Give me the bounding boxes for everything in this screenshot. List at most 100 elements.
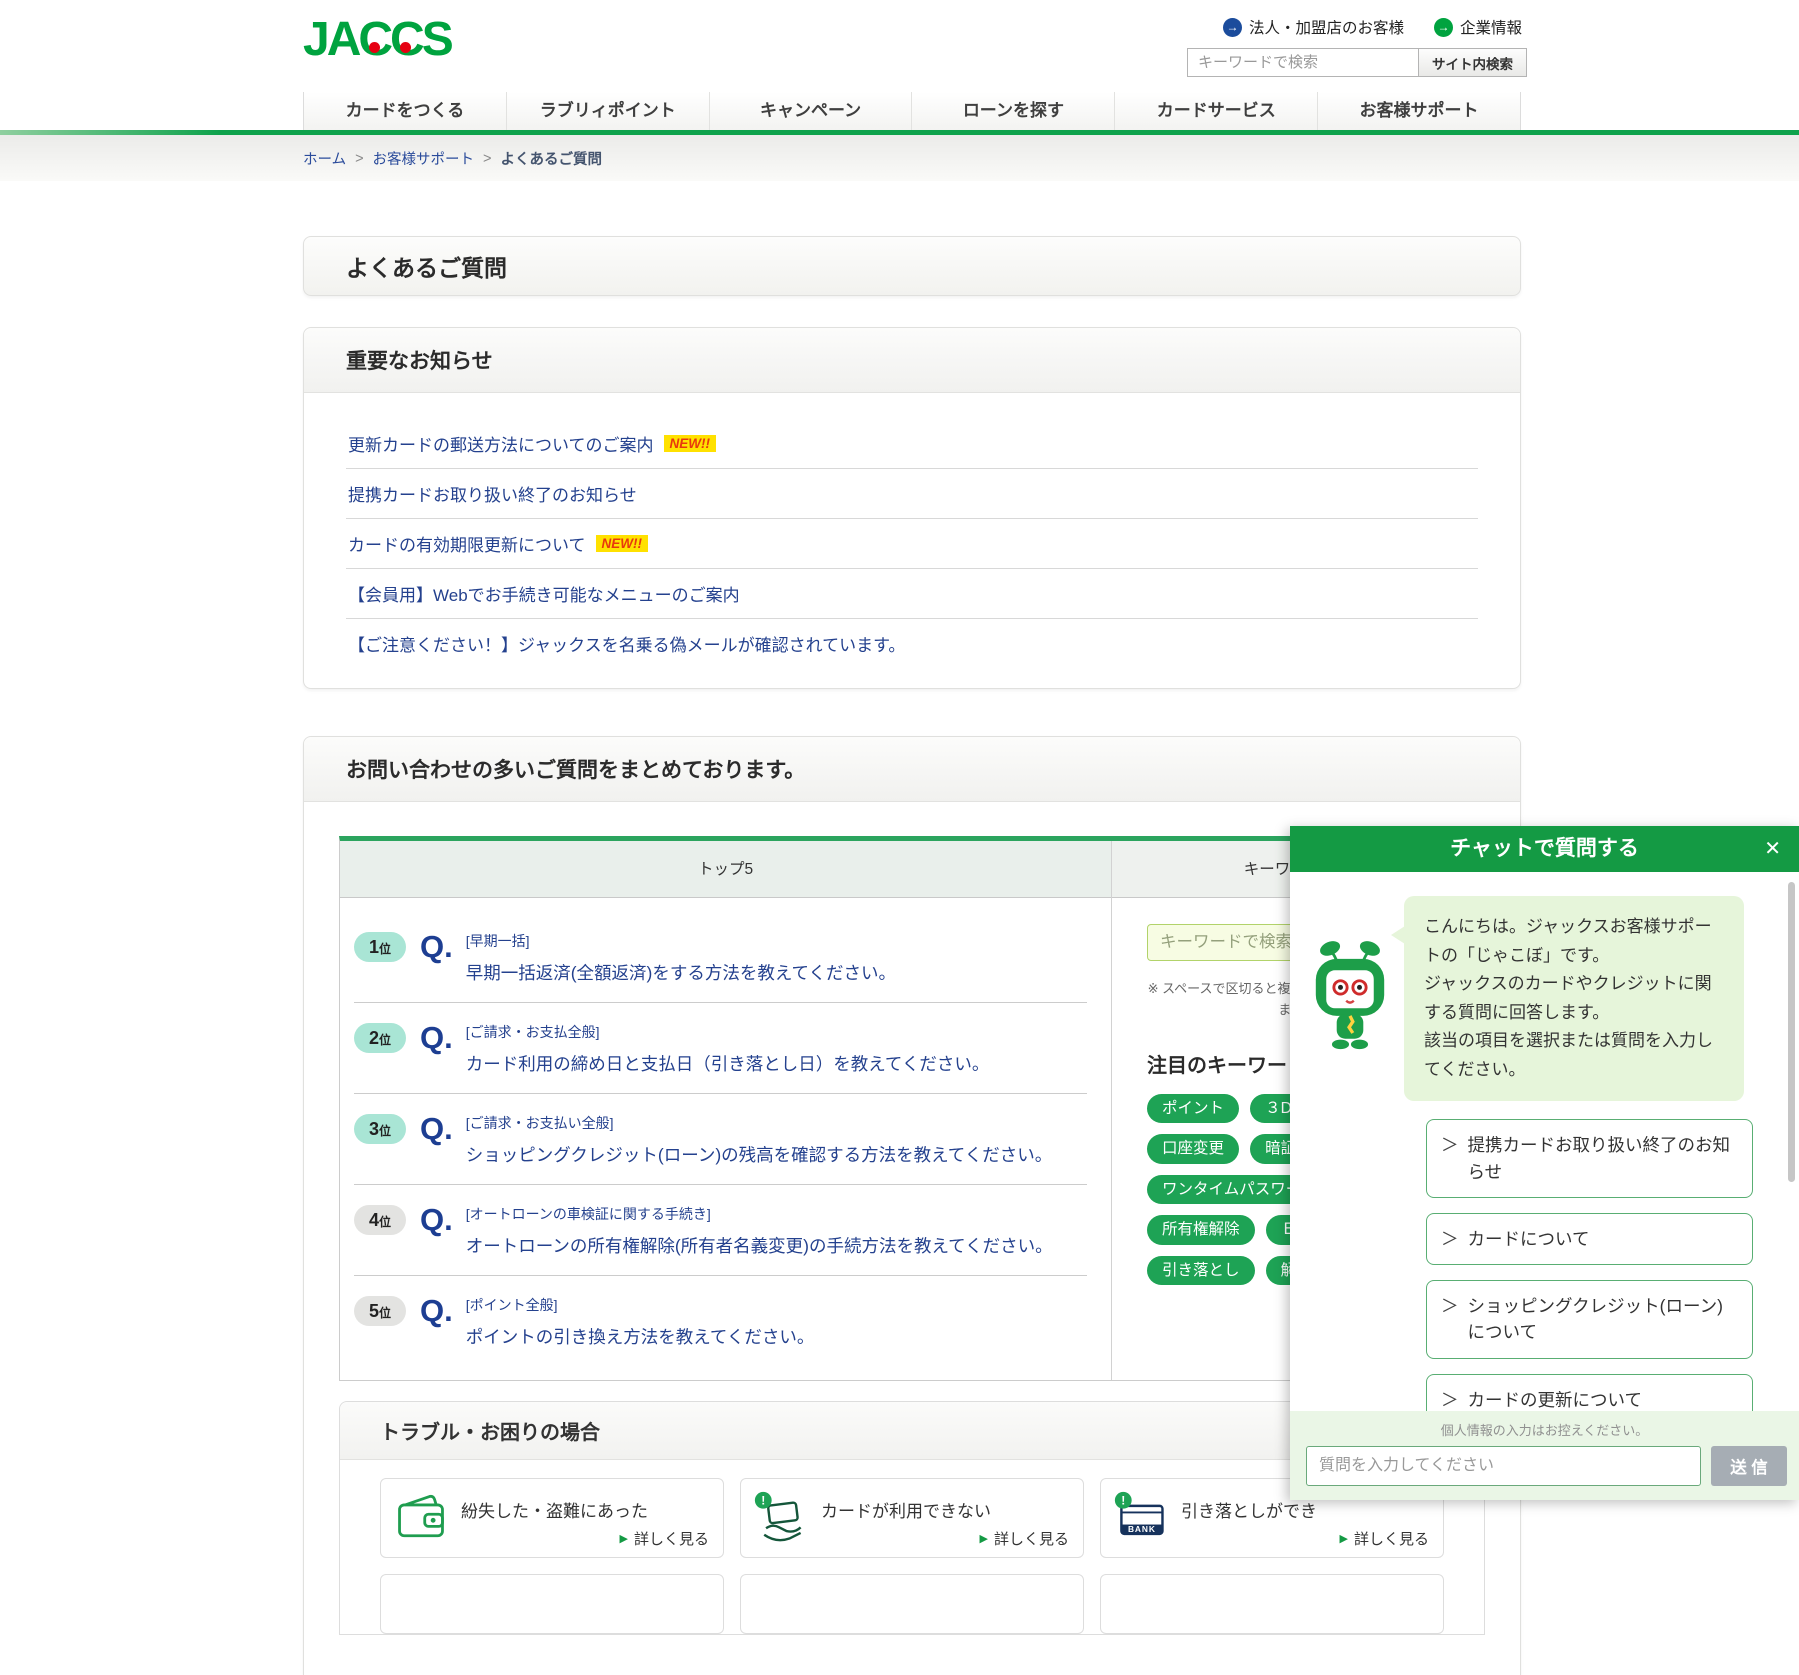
jacobo-mascot-icon — [1312, 938, 1388, 1054]
trouble-detail-link[interactable]: ▶ 詳しく見る — [1340, 1528, 1429, 1549]
question-icon: Q. — [420, 1113, 453, 1167]
question-icon: Q. — [420, 1204, 453, 1258]
nav-item-lovely-point[interactable]: ラブリィポイント — [506, 92, 709, 130]
chat-send-button[interactable]: 送 信 — [1711, 1446, 1787, 1486]
question-icon: Q. — [420, 1295, 453, 1349]
chat-widget: チャットで質問する ✕ — [1290, 826, 1799, 1500]
faq-category: [ポイント全般] — [466, 1295, 815, 1315]
faq-rank-item: 3位 Q. [ご請求・お支払い全般] ショッピングクレジット(ローン)の残高を確… — [354, 1093, 1087, 1184]
site-search: サイト内検索 — [1187, 48, 1527, 77]
main-nav: カードをつくる ラブリィポイント キャンペーン ローンを探す カードサービス お… — [303, 92, 1521, 130]
faq-top5-column: トップ5 1位 Q. [早期一括] 早期一括返済(全額返済)をする方法を教えてく… — [340, 841, 1111, 1380]
faq-question-link[interactable]: ショッピングクレジット(ローン)の残高を確認する方法を教えてください。 — [466, 1142, 1053, 1167]
notice-link[interactable]: 【ご注意ください！】ジャックスを名乗る偽メールが確認されています。 — [348, 631, 905, 656]
breadcrumb-home-link[interactable]: ホーム — [303, 148, 346, 169]
triangle-arrow-icon: ▶ — [1340, 1532, 1348, 1545]
new-badge: NEW!! — [596, 535, 649, 552]
chat-title: チャットで質問する — [1450, 837, 1639, 860]
faq-category: [早期一括] — [466, 931, 896, 951]
nav-item-make-card[interactable]: カードをつくる — [304, 92, 506, 130]
chevron-right-icon: ＞ — [1441, 1293, 1459, 1346]
chat-option-card-renewal[interactable]: ＞ カードの更新について — [1426, 1374, 1753, 1411]
arrow-circle-blue-icon: → — [1223, 18, 1242, 37]
faq-category: [ご請求・お支払い全般] — [466, 1113, 1053, 1133]
important-notice-list: 更新カードの郵送方法についてのご案内 NEW!! 提携カードお取り扱い終了のお知… — [304, 393, 1520, 688]
chat-option-about-card[interactable]: ＞ カードについて — [1426, 1213, 1753, 1265]
notice-row: カードの有効期限更新について NEW!! — [346, 519, 1478, 569]
bank-passbook-icon: BANK ! — [1113, 1489, 1169, 1547]
keyword-tag[interactable]: 口座変更 — [1147, 1134, 1239, 1164]
notice-row: 提携カードお取り扱い終了のお知らせ — [346, 469, 1478, 519]
chat-bot-message: こんにちは。ジャックスお客様サポートの「じゃこぼ」です。 ジャックスのカードやク… — [1404, 896, 1744, 1101]
important-notice-panel: 重要なお知らせ 更新カードの郵送方法についてのご案内 NEW!! 提携カードお取… — [303, 327, 1521, 689]
logo-dot-icon — [369, 42, 380, 53]
faq-panel-title: お問い合わせの多いご質問をまとめております。 — [304, 737, 1520, 802]
keyword-tag[interactable]: 引き落とし — [1147, 1256, 1255, 1286]
site-search-button[interactable]: サイト内検索 — [1419, 48, 1527, 77]
breadcrumb-separator: > — [355, 151, 363, 167]
chat-scrollbar[interactable] — [1788, 882, 1795, 1182]
page-title: よくあるご質問 — [346, 249, 507, 283]
notice-link[interactable]: 【会員用】Webでお手続き可能なメニューのご案内 — [348, 581, 740, 606]
svg-text:!: ! — [761, 1493, 765, 1507]
chat-footer: 個人情報の入力はお控えください。 送 信 — [1290, 1411, 1799, 1500]
trouble-card[interactable] — [380, 1574, 724, 1634]
trouble-card-card-not-usable[interactable]: ! カードが利用できない ▶ 詳しく見る — [740, 1478, 1084, 1558]
notice-link[interactable]: カードの有効期限更新について — [348, 531, 586, 556]
rank-badge: 1位 — [354, 932, 406, 962]
faq-rank-item: 1位 Q. [早期一括] 早期一括返済(全額返済)をする方法を教えてください。 — [354, 912, 1087, 1002]
faq-category: [ご請求・お支払全般] — [466, 1022, 990, 1042]
jaccs-logo[interactable]: JACCS — [303, 12, 451, 67]
rank-badge: 2位 — [354, 1023, 406, 1053]
trouble-detail-link[interactable]: ▶ 詳しく見る — [620, 1528, 709, 1549]
nav-item-campaign[interactable]: キャンペーン — [709, 92, 912, 130]
chat-question-input[interactable] — [1306, 1446, 1701, 1486]
site-search-input[interactable] — [1187, 48, 1419, 77]
chat-option-shopping-credit[interactable]: ＞ ショッピングクレジット(ローン)について — [1426, 1280, 1753, 1359]
utility-links: → 法人・加盟店のお客様 → 企業情報 — [1223, 16, 1522, 38]
chat-messages: こんにちは。ジャックスお客様サポートの「じゃこぼ」です。 ジャックスのカードやク… — [1290, 872, 1799, 1411]
breadcrumb-separator: > — [483, 151, 491, 167]
question-icon: Q. — [420, 1022, 453, 1076]
chat-body: こんにちは。ジャックスお客様サポートの「じゃこぼ」です。 ジャックスのカードやク… — [1290, 872, 1799, 1500]
trouble-card-title: 引き落としができ — [1181, 1497, 1317, 1547]
faq-rank-item: 2位 Q. [ご請求・お支払全般] カード利用の締め日と支払日（引き落とし日）を… — [354, 1002, 1087, 1093]
breadcrumb-strip: ホーム > お客様サポート > よくあるご質問 — [0, 135, 1799, 181]
faq-category: [オートローンの車検証に関する手続き] — [466, 1204, 1053, 1224]
chevron-right-icon: ＞ — [1441, 1132, 1459, 1185]
keyword-tag[interactable]: ポイント — [1147, 1094, 1239, 1124]
nav-item-loans[interactable]: ローンを探す — [911, 92, 1114, 130]
triangle-arrow-icon: ▶ — [620, 1532, 628, 1545]
chat-option-partner-card-end[interactable]: ＞ 提携カードお取り扱い終了のお知らせ — [1426, 1119, 1753, 1198]
notice-link[interactable]: 更新カードの郵送方法についてのご案内 — [348, 431, 654, 456]
faq-question-link[interactable]: カード利用の締め日と支払日（引き落とし日）を教えてください。 — [466, 1051, 990, 1076]
svg-text:BANK: BANK — [1128, 1524, 1156, 1534]
close-icon[interactable]: ✕ — [1764, 826, 1781, 872]
notice-row: 【ご注意ください！】ジャックスを名乗る偽メールが確認されています。 — [346, 619, 1478, 668]
trouble-card[interactable] — [740, 1574, 1084, 1634]
faq-question-link[interactable]: 早期一括返済(全額返済)をする方法を教えてください。 — [466, 960, 896, 985]
notice-link[interactable]: 提携カードお取り扱い終了のお知らせ — [348, 481, 637, 506]
chat-options: ＞ 提携カードお取り扱い終了のお知らせ ＞ カードについて ＞ ショッピングクレ… — [1426, 1119, 1753, 1411]
breadcrumb-support-link[interactable]: お客様サポート — [373, 148, 475, 169]
tab-top5[interactable]: トップ5 — [340, 841, 1111, 898]
company-info-link[interactable]: → 企業情報 — [1434, 16, 1522, 38]
faq-question-link[interactable]: オートローンの所有権解除(所有者名義変更)の手続方法を教えてください。 — [466, 1233, 1053, 1258]
question-icon: Q. — [420, 931, 453, 985]
faq-question-link[interactable]: ポイントの引き換え方法を教えてください。 — [466, 1324, 815, 1349]
corporate-merchant-link[interactable]: → 法人・加盟店のお客様 — [1223, 16, 1404, 38]
chevron-right-icon: ＞ — [1441, 1226, 1459, 1252]
keyword-tag[interactable]: 所有権解除 — [1147, 1215, 1255, 1245]
trouble-card-lost-stolen[interactable]: 紛失した・盗難にあった ▶ 詳しく見る — [380, 1478, 724, 1558]
site-header: JACCS → 法人・加盟店のお客様 → 企業情報 サイト内検索 — [0, 0, 1799, 92]
trouble-card[interactable] — [1100, 1574, 1444, 1634]
nav-item-card-service[interactable]: カードサービス — [1114, 92, 1317, 130]
important-notice-title: 重要なお知らせ — [304, 328, 1520, 393]
faq-ranking-list: 1位 Q. [早期一括] 早期一括返済(全額返済)をする方法を教えてください。 … — [340, 898, 1111, 1380]
wallet-icon — [393, 1489, 449, 1547]
arrow-circle-green-icon: → — [1434, 18, 1453, 37]
nav-item-customer-support[interactable]: お客様サポート — [1317, 92, 1520, 130]
faq-rank-item: 4位 Q. [オートローンの車検証に関する手続き] オートローンの所有権解除(所… — [354, 1184, 1087, 1275]
trouble-detail-link[interactable]: ▶ 詳しく見る — [980, 1528, 1069, 1549]
rank-badge: 5位 — [354, 1296, 406, 1326]
